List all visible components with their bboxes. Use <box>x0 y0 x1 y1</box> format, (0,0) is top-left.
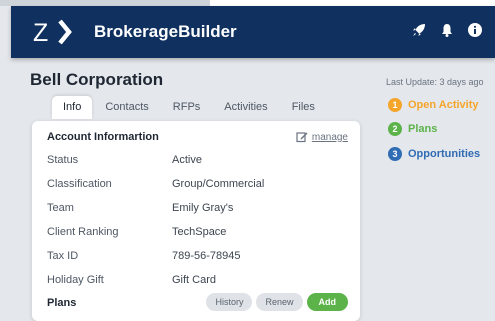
account-panel: Bell Corporation Info Contacts RFPs Acti… <box>18 58 368 321</box>
plans-section-title: Plans <box>47 297 77 309</box>
row-value: TechSpace <box>172 226 227 238</box>
sidebar-item-label: Plans <box>408 123 438 135</box>
last-update-text: Last Update: 3 days ago <box>386 77 484 87</box>
row-value: Group/Commercial <box>172 178 265 190</box>
sidebar-item-opportunities[interactable]: 3 Opportunities <box>388 147 480 161</box>
row-label: Tax ID <box>47 250 79 262</box>
sidebar-item-label: Opportunities <box>408 148 481 160</box>
company-name: Bell Corporation <box>30 70 164 89</box>
row-label: Status <box>47 154 79 166</box>
row-label: Client Ranking <box>47 226 119 238</box>
bell-icon[interactable] <box>439 22 455 38</box>
sidebar-item-open-activity[interactable]: 1 Open Activity <box>388 98 479 112</box>
brand-name: BrokerageBuilder <box>94 22 237 41</box>
row-label: Holiday Gift <box>47 274 104 286</box>
tab-files[interactable]: Files <box>281 96 326 119</box>
manage-link[interactable]: manage <box>296 131 348 143</box>
card-title: Account Informartion <box>47 131 159 143</box>
plans-actions: History Renew Add <box>206 293 348 311</box>
manage-label: manage <box>311 131 348 143</box>
row-label: Team <box>47 202 74 214</box>
row-value: Active <box>172 154 202 166</box>
edit-icon <box>296 132 308 143</box>
count-badge: 3 <box>388 147 402 161</box>
add-button[interactable]: Add <box>306 293 348 311</box>
tab-contacts[interactable]: Contacts <box>94 96 159 119</box>
row-label: Classification <box>47 178 112 190</box>
count-badge: 2 <box>388 122 402 136</box>
sidebar-item-label: Open Activity <box>408 99 479 111</box>
renew-button[interactable]: Renew <box>256 293 303 311</box>
info-icon[interactable] <box>467 22 483 38</box>
row-value: 789-56-78945 <box>172 250 241 262</box>
row-value: Gift Card <box>172 274 217 286</box>
logo-icon[interactable]: Z <box>33 18 77 46</box>
summary-sidebar: Last Update: 3 days ago 1 Open Activity … <box>386 58 495 313</box>
sidebar-item-plans[interactable]: 2 Plans <box>388 122 437 136</box>
rocket-icon[interactable] <box>411 22 427 38</box>
tab-rfps[interactable]: RFPs <box>162 96 212 119</box>
tab-bar: Info Contacts RFPs Activities Files <box>52 96 328 119</box>
count-badge: 1 <box>388 98 402 112</box>
svg-text:Z: Z <box>33 19 48 46</box>
tab-activities[interactable]: Activities <box>213 96 278 119</box>
app-header: Z BrokerageBuilder <box>11 6 495 58</box>
account-info-card: Account Informartion manage Status Activ… <box>32 121 360 321</box>
history-button[interactable]: History <box>206 293 253 311</box>
row-value: Emily Gray's <box>172 202 234 214</box>
tab-info[interactable]: Info <box>52 96 93 119</box>
